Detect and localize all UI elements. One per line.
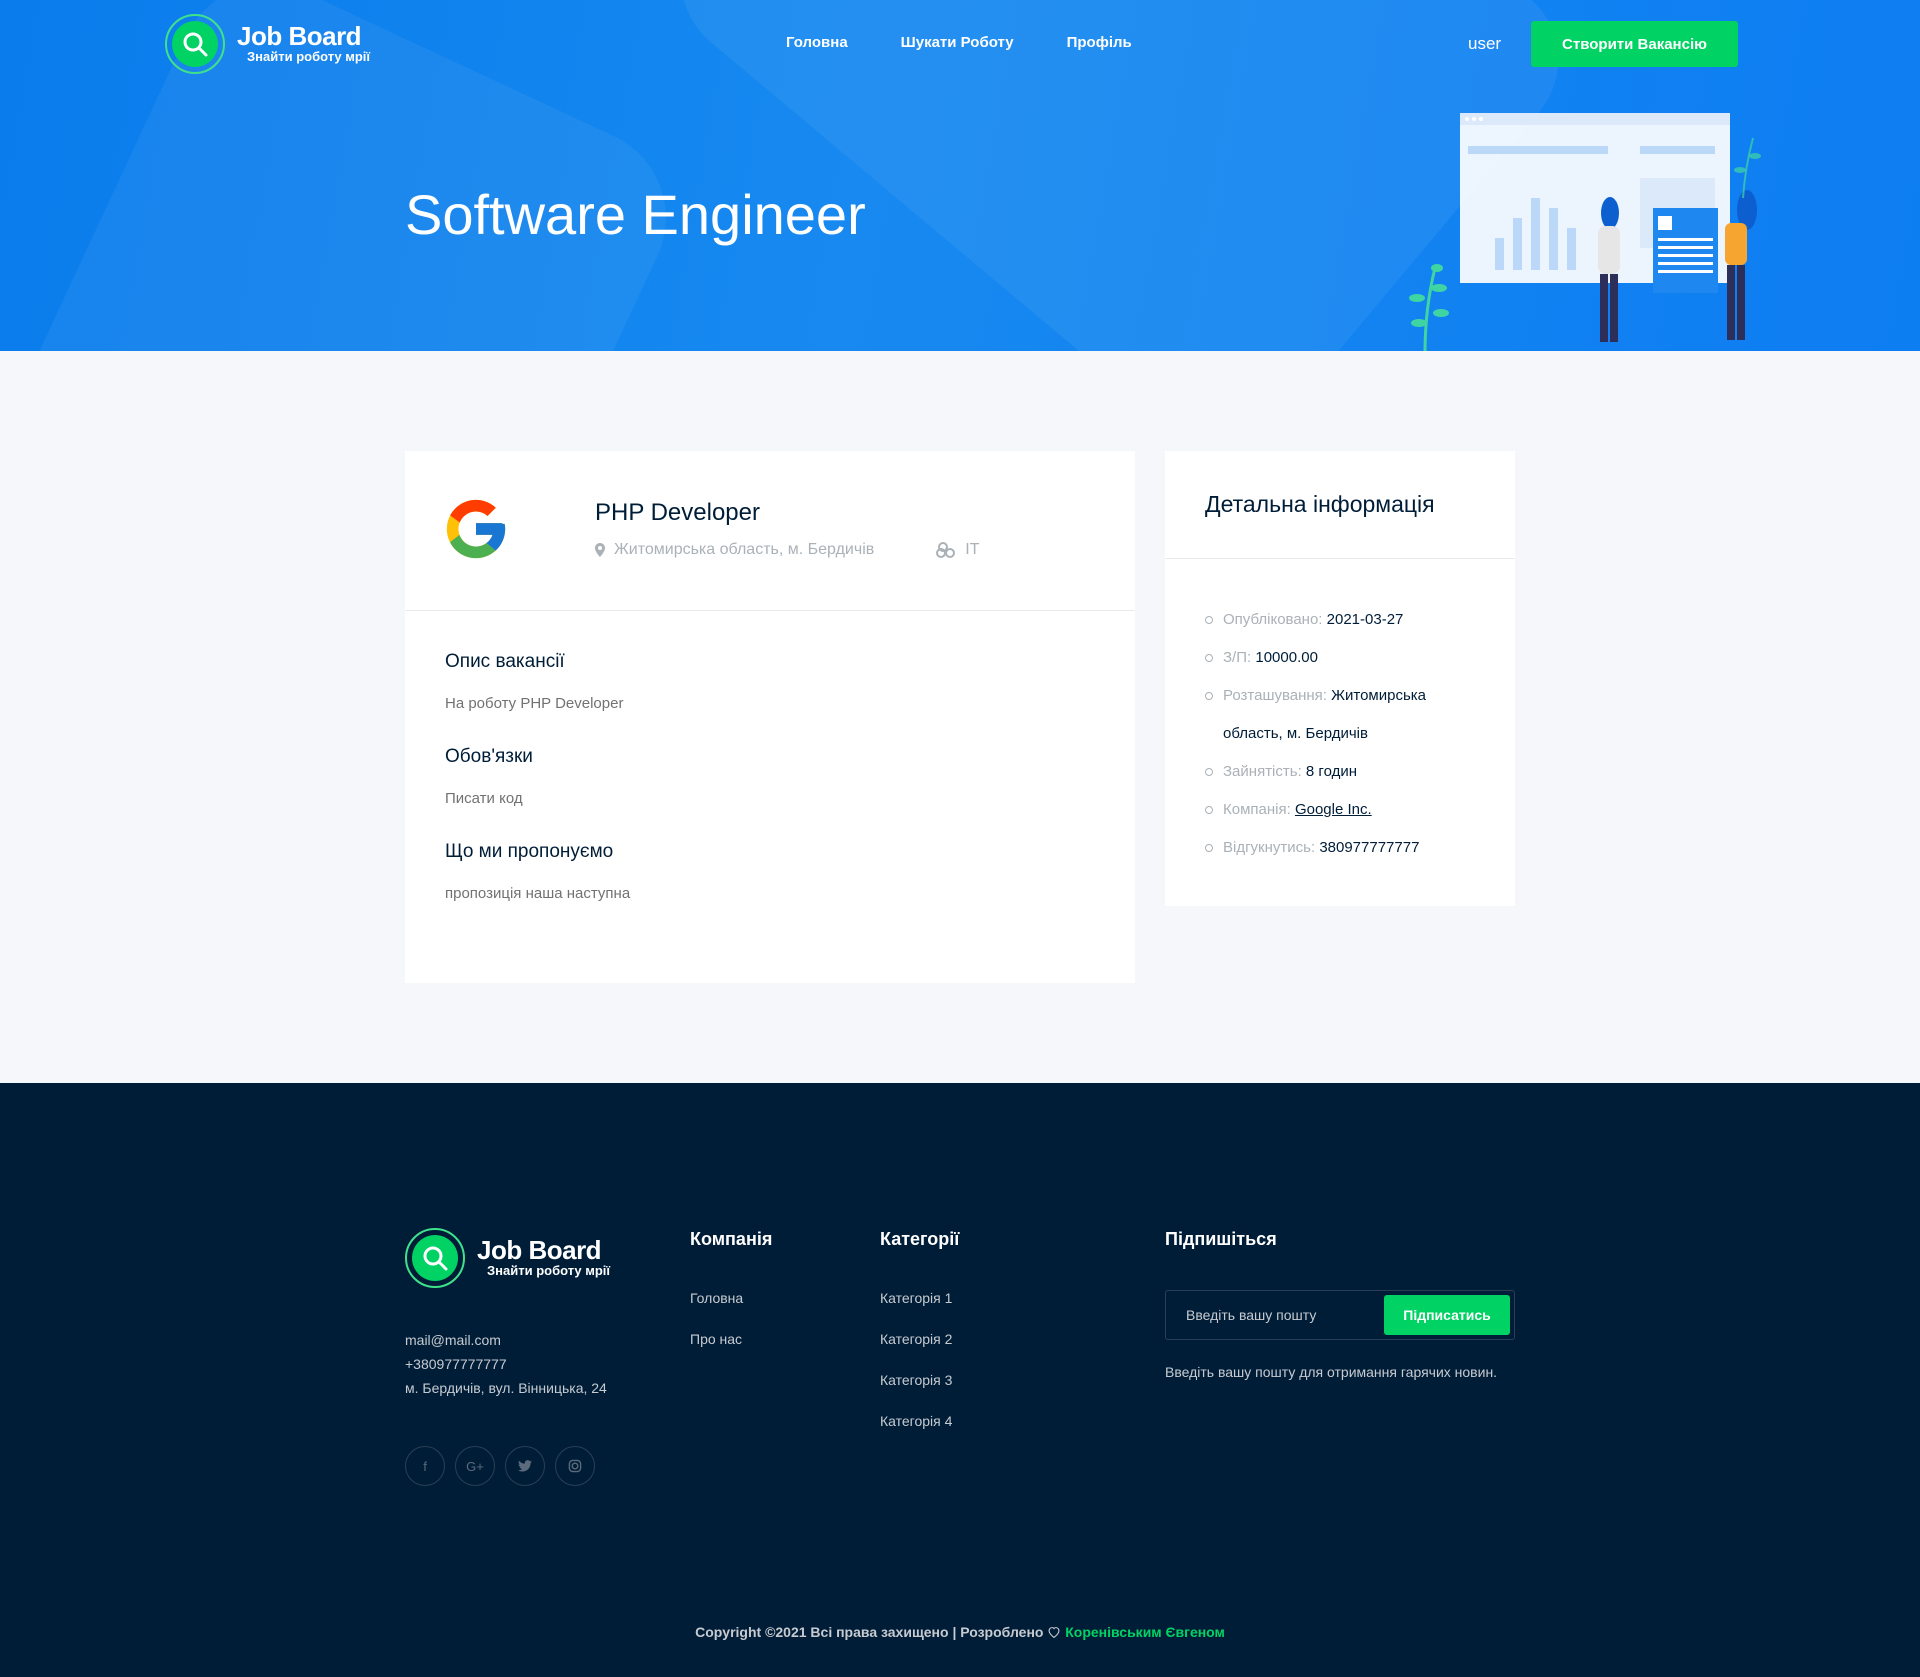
footer-categories-title: Категорії bbox=[880, 1229, 960, 1249]
category-icon bbox=[936, 542, 956, 558]
detail-salary: З/П: 10000.00 bbox=[1205, 639, 1485, 677]
search-logo-icon bbox=[165, 14, 225, 74]
details-panel: Детальна інформація Опубліковано: 2021-0… bbox=[1165, 451, 1515, 906]
footer-contacts: mail@mail.com +380977777777 м. Бердичів,… bbox=[405, 1328, 607, 1400]
job-card: PHP Developer Житомирська область, м. Бе… bbox=[405, 451, 1135, 983]
main-nav: Головна Шукати Роботу Профіль bbox=[786, 34, 1132, 51]
dashboard-illustration bbox=[1409, 113, 1761, 351]
social-links: f G+ bbox=[405, 1446, 595, 1486]
nav-find-job[interactable]: Шукати Роботу bbox=[901, 34, 1014, 51]
detail-employment: Зайнятість: 8 годин bbox=[1205, 753, 1485, 791]
copyright-author[interactable]: Коренівським Євгеном bbox=[1065, 1624, 1225, 1640]
nav-home[interactable]: Головна bbox=[786, 34, 848, 51]
footer-link-about[interactable]: Про нас bbox=[690, 1331, 772, 1347]
job-category: IT bbox=[965, 541, 980, 558]
footer-subscribe-column: Підпишіться Підписатись Введіть вашу пош… bbox=[1165, 1229, 1515, 1380]
job-meta: Житомирська область, м. Бердичів IT bbox=[595, 541, 979, 559]
section-heading-description: Опис вакансії bbox=[445, 651, 565, 672]
footer-address: м. Бердичів, вул. Вінницька, 24 bbox=[405, 1380, 607, 1396]
copyright-text: Copyright ©2021 Всі права захищено | Роз… bbox=[695, 1624, 1044, 1640]
details-title: Детальна інформація bbox=[1165, 451, 1515, 559]
job-location: Житомирська область, м. Бердичів bbox=[614, 541, 875, 558]
hero-banner: Job Board Знайти роботу мрії Головна Шук… bbox=[0, 0, 1920, 351]
google-plus-icon[interactable]: G+ bbox=[455, 1446, 495, 1486]
logo-tagline: Знайти роботу мрії bbox=[247, 49, 371, 64]
logo-name: Job Board bbox=[237, 21, 362, 51]
footer: Job Board Знайти роботу мрії mail@mail.c… bbox=[0, 1083, 1920, 1677]
twitter-icon[interactable] bbox=[505, 1446, 545, 1486]
details-list: Опубліковано: 2021-03-27 З/П: 10000.00 Р… bbox=[1165, 559, 1515, 867]
footer-link-home[interactable]: Головна bbox=[690, 1290, 772, 1306]
detail-contact: Відгукнутись: 380977777777 bbox=[1205, 829, 1485, 867]
subscribe-email-input[interactable] bbox=[1166, 1291, 1386, 1339]
user-link[interactable]: user bbox=[1468, 34, 1501, 54]
copyright: Copyright ©2021 Всі права захищено | Роз… bbox=[0, 1624, 1920, 1640]
footer-logo-name: Job Board bbox=[477, 1235, 602, 1265]
section-heading-duties: Обов'язки bbox=[445, 746, 533, 767]
facebook-icon[interactable]: f bbox=[405, 1446, 445, 1486]
job-title[interactable]: PHP Developer bbox=[595, 499, 760, 527]
footer-category-4[interactable]: Категорія 4 bbox=[880, 1413, 959, 1429]
section-text-offer: пропозиція наша наступна bbox=[445, 885, 631, 902]
section-text-description: На роботу PHP Developer bbox=[445, 695, 624, 712]
nav-profile[interactable]: Профіль bbox=[1067, 34, 1132, 51]
instagram-icon[interactable] bbox=[555, 1446, 595, 1486]
company-link[interactable]: Google Inc. bbox=[1295, 801, 1372, 818]
header-logo[interactable]: Job Board Знайти роботу мрії bbox=[165, 14, 370, 74]
detail-published: Опубліковано: 2021-03-27 bbox=[1205, 601, 1485, 639]
create-vacancy-button[interactable]: Створити Вакансію bbox=[1531, 21, 1738, 67]
detail-location: Розташування: Житомирська область, м. Бе… bbox=[1205, 677, 1485, 753]
footer-company-column: Компанія Головна Про нас bbox=[690, 1229, 772, 1372]
detail-company: Компанія: Google Inc. bbox=[1205, 791, 1485, 829]
page-title: Software Engineer bbox=[405, 183, 866, 246]
location-pin-icon bbox=[595, 543, 605, 557]
footer-logo[interactable]: Job Board Знайти роботу мрії bbox=[405, 1228, 610, 1288]
heart-icon bbox=[1048, 1627, 1060, 1639]
footer-category-2[interactable]: Категорія 2 bbox=[880, 1331, 959, 1347]
section-text-duties: Писати код bbox=[445, 790, 523, 807]
job-description: Опис вакансії На роботу PHP Developer Об… bbox=[405, 611, 1135, 902]
footer-categories-column: Категорії Категорія 1 Категорія 2 Катего… bbox=[880, 1229, 959, 1454]
footer-category-1[interactable]: Категорія 1 bbox=[880, 1290, 959, 1306]
footer-subscribe-title: Підпишіться bbox=[1165, 1229, 1277, 1249]
footer-phone[interactable]: +380977777777 bbox=[405, 1352, 607, 1376]
search-logo-icon bbox=[405, 1228, 465, 1288]
footer-company-title: Компанія bbox=[690, 1229, 773, 1249]
job-header: PHP Developer Житомирська область, м. Бе… bbox=[405, 451, 1135, 611]
footer-email[interactable]: mail@mail.com bbox=[405, 1328, 607, 1352]
google-logo-icon bbox=[446, 499, 506, 559]
footer-category-3[interactable]: Категорія 3 bbox=[880, 1372, 959, 1388]
subscribe-button[interactable]: Підписатись bbox=[1384, 1295, 1510, 1335]
subscribe-note: Введіть вашу пошту для отримання гарячих… bbox=[1165, 1364, 1498, 1380]
section-heading-offer: Що ми пропонуємо bbox=[445, 841, 614, 862]
footer-logo-tagline: Знайти роботу мрії bbox=[487, 1263, 611, 1278]
subscribe-form: Підписатись bbox=[1165, 1290, 1515, 1340]
